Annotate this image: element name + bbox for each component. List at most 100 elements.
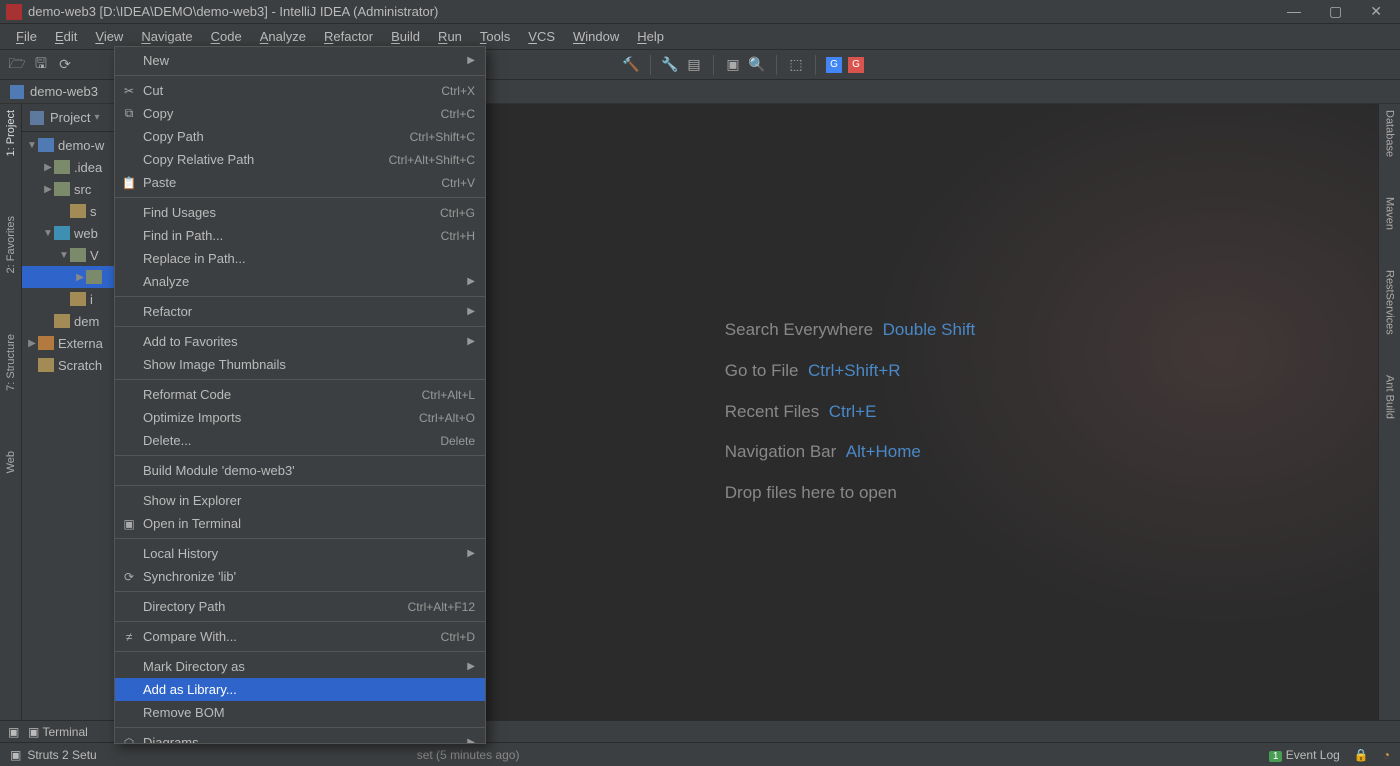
- context-separator: [115, 591, 485, 592]
- tree-label: V: [90, 248, 99, 263]
- ctx-show-image-thumbnails[interactable]: Show Image Thumbnails: [115, 353, 485, 376]
- left-tab-favorites[interactable]: 2: Favorites: [5, 216, 17, 273]
- ctx-find-in-path[interactable]: Find in Path...Ctrl+H: [115, 224, 485, 247]
- ctx-find-usages[interactable]: Find UsagesCtrl+G: [115, 201, 485, 224]
- ctx-local-history[interactable]: Local History▶: [115, 542, 485, 565]
- menu-tools[interactable]: Tools: [472, 27, 518, 46]
- ctx-remove-bom[interactable]: Remove BOM: [115, 701, 485, 724]
- close-button[interactable]: ✕: [1370, 3, 1382, 20]
- ctx-reformat-code[interactable]: Reformat CodeCtrl+Alt+L: [115, 383, 485, 406]
- refresh-icon[interactable]: ⟳: [56, 56, 74, 74]
- minimize-button[interactable]: —: [1287, 3, 1301, 20]
- ctx-label: Find Usages: [143, 205, 440, 220]
- menu-refactor[interactable]: Refactor: [316, 27, 381, 46]
- right-tab-maven[interactable]: Maven: [1384, 197, 1396, 230]
- ctx-label: Compare With...: [143, 629, 441, 644]
- ctx-label: Show in Explorer: [143, 493, 475, 508]
- structure-tb-icon[interactable]: ▤: [685, 56, 703, 74]
- dropdown-icon[interactable]: ▾: [94, 112, 99, 123]
- ctx-open-in-terminal[interactable]: ▣Open in Terminal: [115, 512, 485, 535]
- fi-mod: [38, 138, 54, 152]
- left-tab-structure[interactable]: 7: Structure: [5, 334, 17, 391]
- ctx-icon: ✂: [121, 83, 137, 99]
- submenu-arrow-icon: ▶: [467, 737, 475, 744]
- right-tab-database[interactable]: Database: [1384, 110, 1396, 157]
- menu-help[interactable]: Help: [629, 27, 672, 46]
- ctx-optimize-imports[interactable]: Optimize ImportsCtrl+Alt+O: [115, 406, 485, 429]
- left-tab-web[interactable]: Web: [5, 451, 17, 473]
- ctx-show-in-explorer[interactable]: Show in Explorer: [115, 489, 485, 512]
- fi-file: [70, 292, 86, 306]
- ctx-refactor[interactable]: Refactor▶: [115, 300, 485, 323]
- ctx-analyze[interactable]: Analyze▶: [115, 270, 485, 293]
- ctx-label: Add as Library...: [143, 682, 475, 697]
- search-icon[interactable]: 🔍: [748, 56, 766, 74]
- save-icon[interactable]: 🖫: [32, 56, 50, 74]
- ctx-synchronize-lib[interactable]: ⟳Synchronize 'lib': [115, 565, 485, 588]
- ctx-directory-path[interactable]: Directory PathCtrl+Alt+F12: [115, 595, 485, 618]
- toolbar-separator: [776, 55, 777, 75]
- lock-icon[interactable]: 🔒: [1354, 748, 1369, 762]
- ctx-shortcut: Ctrl+X: [441, 84, 475, 98]
- ctx-compare-with[interactable]: ≠Compare With...Ctrl+D: [115, 625, 485, 648]
- hector-icon[interactable]: ◔: [1383, 748, 1390, 762]
- fi-file: [38, 358, 54, 372]
- coverage-icon[interactable]: ▣: [724, 56, 742, 74]
- ctx-mark-directory-as[interactable]: Mark Directory as▶: [115, 655, 485, 678]
- terminal-tab[interactable]: ▣ Terminal: [28, 725, 88, 739]
- profiler-icon[interactable]: ⬚: [787, 56, 805, 74]
- ctx-label: Build Module 'demo-web3': [143, 463, 475, 478]
- ctx-cut[interactable]: ✂CutCtrl+X: [115, 79, 485, 102]
- ctx-add-as-library[interactable]: Add as Library...: [115, 678, 485, 701]
- open-icon[interactable]: 🗁: [8, 56, 26, 74]
- ctx-label: Local History: [143, 546, 461, 561]
- context-separator: [115, 296, 485, 297]
- build-icon[interactable]: 🔨: [622, 56, 640, 74]
- ctx-label: Directory Path: [143, 599, 408, 614]
- project-header-label: Project: [50, 110, 90, 125]
- ctx-delete[interactable]: Delete...Delete: [115, 429, 485, 452]
- ctx-paste[interactable]: 📋PasteCtrl+V: [115, 171, 485, 194]
- submenu-arrow-icon: ▶: [467, 661, 475, 672]
- settings-icon[interactable]: 🔧: [661, 56, 679, 74]
- ctx-label: Find in Path...: [143, 228, 441, 243]
- menu-edit[interactable]: Edit: [47, 27, 85, 46]
- menu-analyze[interactable]: Analyze: [252, 27, 314, 46]
- right-tab-ant build[interactable]: Ant Build: [1384, 375, 1396, 419]
- ctx-add-to-favorites[interactable]: Add to Favorites▶: [115, 330, 485, 353]
- menu-window[interactable]: Window: [565, 27, 627, 46]
- ctx-copy[interactable]: ⧉CopyCtrl+C: [115, 102, 485, 125]
- toggle-tools-icon[interactable]: ▣: [8, 725, 19, 739]
- right-tab-restservices[interactable]: RestServices: [1384, 270, 1396, 335]
- tree-label: i: [90, 292, 93, 307]
- tree-label: .idea: [74, 160, 102, 175]
- menu-code[interactable]: Code: [203, 27, 250, 46]
- ctx-copy-path[interactable]: Copy PathCtrl+Shift+C: [115, 125, 485, 148]
- menu-file[interactable]: File: [8, 27, 45, 46]
- menu-navigate[interactable]: Navigate: [133, 27, 200, 46]
- context-separator: [115, 727, 485, 728]
- ctx-icon: ▣: [121, 516, 137, 532]
- plugin-icon-1[interactable]: G: [826, 57, 842, 73]
- fi-folder: [54, 160, 70, 174]
- maximize-button[interactable]: ▢: [1329, 3, 1342, 20]
- ctx-shortcut: Ctrl+Alt+L: [422, 388, 475, 402]
- context-separator: [115, 621, 485, 622]
- ctx-new[interactable]: New▶: [115, 49, 485, 72]
- event-log-button[interactable]: 1 Event Log: [1269, 748, 1340, 762]
- ctx-label: Reformat Code: [143, 387, 422, 402]
- left-tab-project[interactable]: 1: Project: [5, 110, 17, 156]
- menu-view[interactable]: View: [87, 27, 131, 46]
- ctx-build-module-demo-web3[interactable]: Build Module 'demo-web3': [115, 459, 485, 482]
- menu-vcs[interactable]: VCS: [520, 27, 563, 46]
- ctx-label: Diagrams: [143, 735, 461, 744]
- ctx-replace-in-path[interactable]: Replace in Path...: [115, 247, 485, 270]
- menu-build[interactable]: Build: [383, 27, 428, 46]
- submenu-arrow-icon: ▶: [467, 276, 475, 287]
- plugin-icon-2[interactable]: G: [848, 57, 864, 73]
- menu-run[interactable]: Run: [430, 27, 470, 46]
- ctx-label: Optimize Imports: [143, 410, 419, 425]
- context-separator: [115, 651, 485, 652]
- ctx-copy-relative-path[interactable]: Copy Relative PathCtrl+Alt+Shift+C: [115, 148, 485, 171]
- ctx-diagrams[interactable]: ⬡Diagrams▶: [115, 731, 485, 744]
